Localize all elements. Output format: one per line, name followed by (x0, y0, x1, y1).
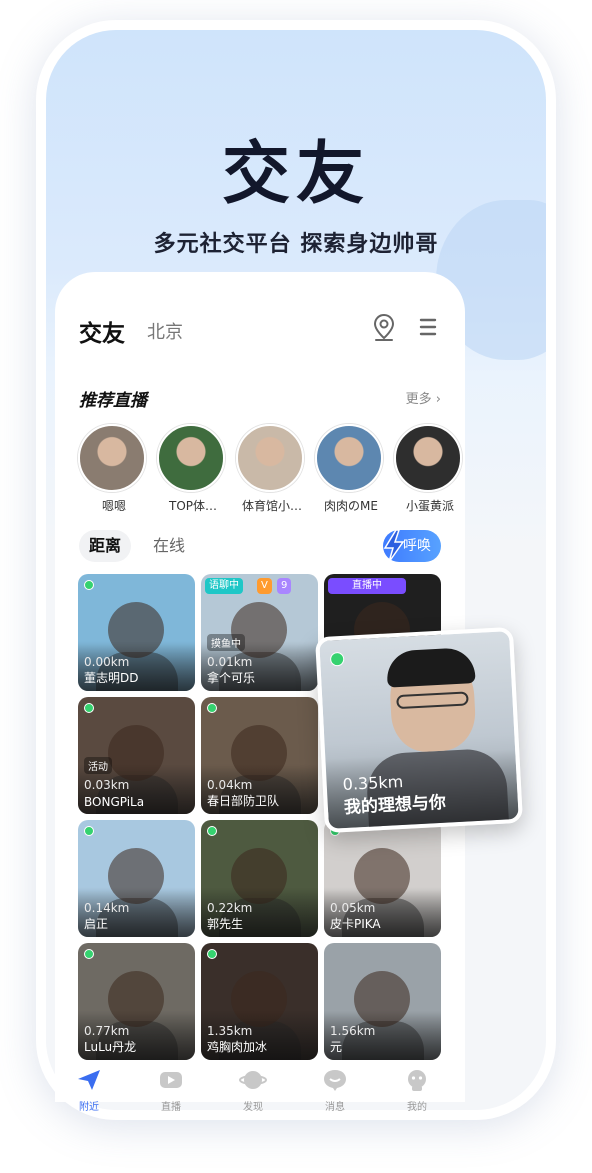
top-bar: 交友 北京 (79, 310, 441, 350)
bottom-nav: 附近 直播 发现 消息 我的 (55, 1062, 465, 1113)
avatar (78, 424, 146, 492)
user-tile[interactable]: 0.77km LuLu丹龙 (78, 943, 195, 1060)
location-pin-icon[interactable] (369, 312, 399, 342)
avatar (315, 424, 383, 492)
city-selector[interactable]: 北京 (147, 318, 183, 344)
user-name: 启正 (84, 917, 109, 931)
live-avatar-item[interactable]: 嗯嗯 (77, 424, 147, 514)
live-avatar-name: 小蛋黄派 (405, 499, 454, 513)
tab-online[interactable]: 在线 (143, 530, 195, 562)
user-distance: 0.14km (84, 901, 130, 915)
user-tile[interactable]: 1.56km 元 (324, 943, 441, 1060)
live-avatar-item[interactable]: 肉肉のME (314, 424, 384, 514)
send-icon (78, 1070, 100, 1090)
avatar (236, 424, 304, 492)
online-dot (84, 580, 94, 590)
user-name: LuLu丹龙 (84, 1040, 137, 1054)
nav-label: 消息 (325, 1102, 345, 1113)
live-avatar-item[interactable]: 小蛋黄派 (393, 424, 463, 514)
nav-label: 直播 (161, 1102, 181, 1113)
hero-subtitle: 多元社交平台 探索身边帅哥 (153, 232, 439, 257)
user-distance: 0.03km (84, 778, 130, 792)
nav-item-discover[interactable]: 发现 (233, 1068, 273, 1113)
online-dot (207, 703, 217, 713)
user-tile[interactable]: 0.04km 春日部防卫队 (201, 697, 318, 814)
user-distance: 1.35km (207, 1024, 253, 1038)
nav-label: 附近 (79, 1102, 99, 1113)
user-distance: 0.04km (207, 778, 253, 792)
tab-distance[interactable]: 距离 (79, 530, 132, 562)
online-dot (207, 826, 217, 836)
lightning-icon (383, 529, 405, 563)
user-distance: 0.05km (330, 901, 376, 915)
avatar (394, 424, 462, 492)
planet-icon (239, 1071, 267, 1089)
user-name: 皮卡PIKA (330, 917, 381, 931)
user-distance: 1.56km (330, 1024, 376, 1038)
live-avatar-name: 嗯嗯 (101, 499, 126, 513)
live-avatar-item[interactable]: 体育馆小… (235, 424, 305, 514)
recommend-live-title: 推荐直播 (79, 391, 147, 411)
nav-label: 我的 (407, 1102, 427, 1113)
featured-user-card[interactable]: 0.35km 我的理想与你 (315, 626, 523, 834)
vip-badge: V (257, 578, 272, 594)
user-tile[interactable]: 活动 0.03km BONGPiLa (78, 697, 195, 814)
online-dot (207, 949, 217, 959)
online-dot (329, 651, 345, 667)
user-tile[interactable]: 语聊中 V 9 摸鱼中 0.01km 拿个可乐 (201, 574, 318, 691)
online-dot (84, 949, 94, 959)
user-distance: 0.22km (207, 901, 253, 915)
live-avatar-item[interactable]: TOP体… (156, 424, 226, 514)
profile-icon (408, 1070, 426, 1091)
recommend-live-header: 推荐直播 更多 › (79, 386, 441, 412)
level-badge: 9 (277, 578, 292, 594)
menu-icon[interactable] (413, 312, 443, 342)
live-badge: 直播中 (328, 578, 406, 594)
nav-item-live[interactable]: 直播 (151, 1068, 191, 1113)
nav-label: 发现 (243, 1102, 263, 1113)
user-distance: 0.01km (207, 655, 253, 669)
online-dot (84, 826, 94, 836)
user-name: 拿个可乐 (207, 671, 256, 685)
user-tile[interactable]: 0.05km 皮卡PIKA (324, 820, 441, 937)
user-name: 董志明DD (84, 671, 139, 685)
live-avatar-name: 体育馆小… (241, 499, 302, 513)
featured-name: 我的理想与你 (343, 792, 447, 819)
online-dot (84, 703, 94, 713)
video-icon (160, 1072, 182, 1088)
user-name: BONGPiLa (84, 795, 145, 809)
status-badge: 活动 (84, 757, 112, 774)
page-title: 交友 (79, 321, 125, 347)
user-name: 春日部防卫队 (207, 794, 280, 808)
chat-icon (324, 1070, 346, 1091)
user-distance: 0.00km (84, 655, 130, 669)
live-avatar-name: TOP体… (168, 499, 217, 513)
nav-item-profile[interactable]: 我的 (397, 1068, 437, 1113)
user-name: 元 (330, 1040, 343, 1054)
user-distance: 0.77km (84, 1024, 130, 1038)
more-link[interactable]: 更多 › (406, 388, 441, 407)
user-tile[interactable]: 0.22km 郭先生 (201, 820, 318, 937)
call-button-label: 呼唤 (403, 538, 431, 554)
user-name: 郭先生 (207, 917, 244, 931)
avatar (157, 424, 225, 492)
nav-item-messages[interactable]: 消息 (315, 1068, 355, 1113)
user-tile[interactable]: 0.14km 启正 (78, 820, 195, 937)
hero-title: 交友 (221, 135, 370, 214)
status-badge: 摸鱼中 (207, 634, 245, 651)
user-tile[interactable]: 0.00km 董志明DD (78, 574, 195, 691)
user-tile[interactable]: 1.35km 鸡胸肉加冰 (201, 943, 318, 1060)
user-name: 鸡胸肉加冰 (207, 1040, 268, 1054)
voice-chat-badge: 语聊中 (205, 578, 243, 594)
live-avatar-name: 肉肉のME (324, 499, 378, 513)
call-button[interactable]: 呼唤 (383, 529, 441, 563)
nav-item-nearby[interactable]: 附近 (69, 1068, 109, 1113)
filter-tabs: 距离 在线 呼唤 (79, 528, 441, 564)
live-avatar-row: 嗯嗯 TOP体… 体育馆小… 肉肉のME 小蛋黄派 (77, 424, 477, 514)
portrait-shape (385, 647, 476, 688)
